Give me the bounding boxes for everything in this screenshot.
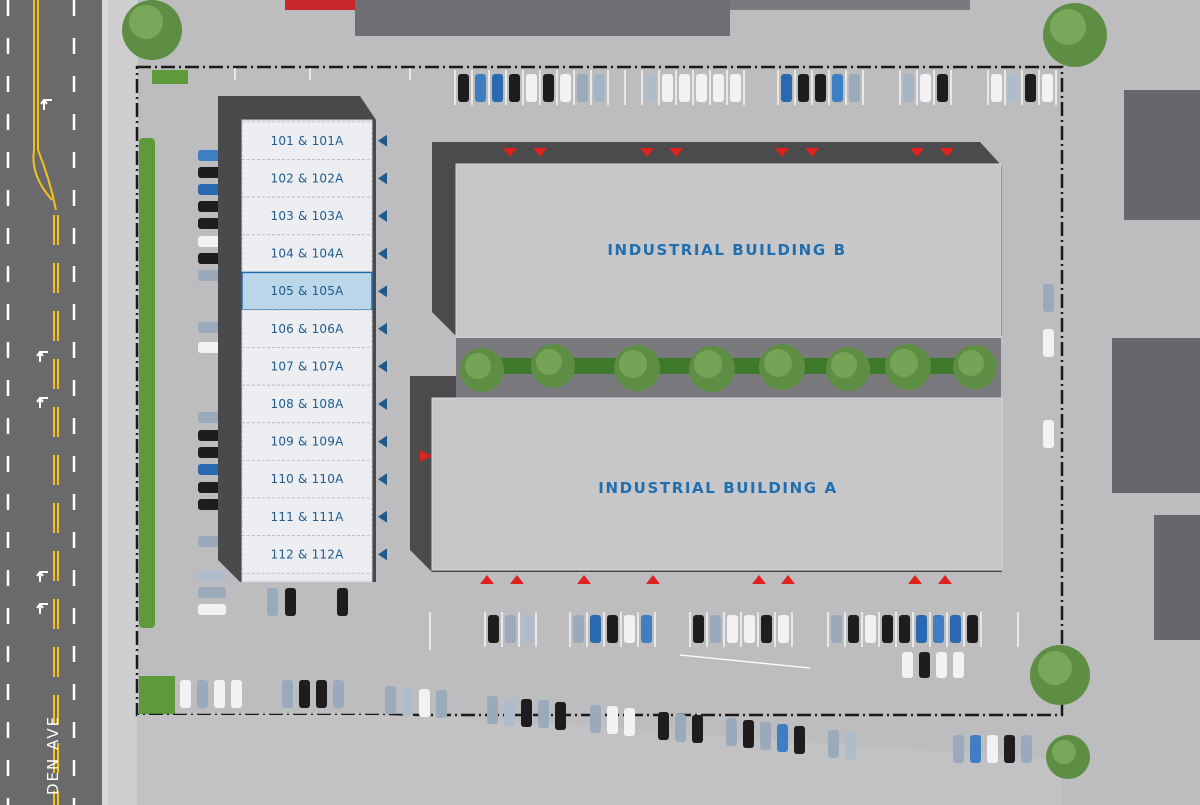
unit-row[interactable]: 107 & 107A xyxy=(241,347,387,386)
unit-label: 102 & 102A xyxy=(270,171,344,185)
unit-row[interactable]: 104 & 104A xyxy=(241,234,387,273)
unit-label: 111 & 111A xyxy=(270,510,344,524)
unit-label: 109 & 109A xyxy=(270,435,344,449)
unit-label: 104 & 104A xyxy=(270,247,344,261)
building-b-label: INDUSTRIAL BUILDING B xyxy=(607,241,846,259)
unit-label: 108 & 108A xyxy=(270,397,344,411)
unit-label: 105 & 105A xyxy=(270,284,344,298)
unit-row[interactable]: 105 & 105A xyxy=(241,271,387,311)
unit-row[interactable]: 101 & 101A xyxy=(241,121,387,160)
site-plan-map: DEN AVE 101 & 101A102 & 102A103 & 103A10… xyxy=(0,0,1200,805)
unit-label: 103 & 103A xyxy=(270,209,344,223)
landscape-patch-nw xyxy=(152,70,188,84)
unit-row[interactable]: 102 & 102A xyxy=(241,159,387,198)
unit-label: 112 & 112A xyxy=(270,547,344,561)
unit-row[interactable]: 108 & 108A xyxy=(241,384,387,424)
unit-row[interactable]: 103 & 103A xyxy=(241,196,387,236)
unit-label: 106 & 106A xyxy=(270,322,344,336)
unit-row[interactable]: 111 & 111A xyxy=(241,497,387,536)
unit-list: 101 & 101A 102 & 102A 103 & 103A 104 & 104A… xyxy=(241,121,387,574)
unit-label: 107 & 107A xyxy=(270,359,344,373)
street-name-label: DEN AVE xyxy=(44,715,62,795)
unit-row[interactable]: 112 & 112A xyxy=(241,535,387,574)
unit-row[interactable]: 110 & 110A xyxy=(241,459,387,499)
unit-label: 101 & 101A xyxy=(270,134,344,148)
landscape-strip-west xyxy=(139,138,155,628)
landscape-patch-sw xyxy=(139,676,175,714)
building-a-label: INDUSTRIAL BUILDING A xyxy=(598,479,837,497)
unit-row[interactable]: 109 & 109A xyxy=(241,422,387,461)
unit-label: 110 & 110A xyxy=(270,472,344,486)
unit-row[interactable]: 106 & 106A xyxy=(241,309,387,348)
street-road xyxy=(0,0,138,805)
